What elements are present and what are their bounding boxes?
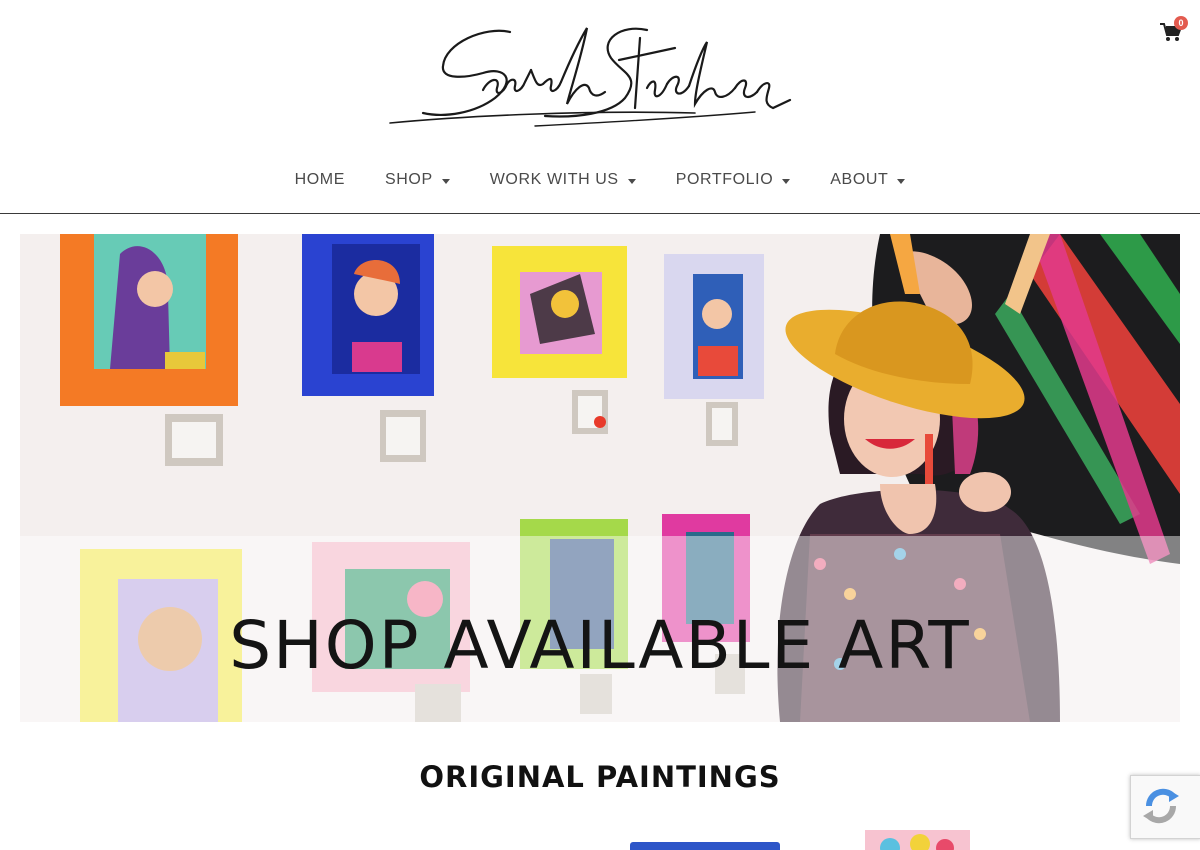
sarah-stieber-signature-logo[interactable]	[385, 18, 795, 133]
caret-down-icon	[897, 178, 906, 184]
main-navigation: HOME SHOP WORK WITH US PORTFOLIO ABOUT	[0, 168, 1200, 192]
nav-item-label: SHOP	[384, 171, 433, 188]
nav-item-portfolio[interactable]: PORTFOLIO	[676, 168, 791, 192]
recaptcha-icon	[1143, 788, 1179, 824]
nav-item-shop[interactable]: SHOP	[385, 168, 450, 192]
nav-item-work-with-us[interactable]: WORK WITH US	[490, 168, 636, 192]
page: 0 HOME SHOP WORK WITH US PORTFOLIO ABOUT	[0, 0, 1200, 850]
nav-item-label: PORTFOLIO	[675, 171, 774, 188]
product-thumbnail[interactable]	[865, 830, 970, 850]
nav-item-home[interactable]: HOME	[295, 168, 345, 192]
product-thumbnail[interactable]	[630, 842, 780, 850]
nav-item-about[interactable]: ABOUT	[830, 168, 906, 192]
nav-item-label: HOME	[294, 171, 345, 188]
nav-item-label: ABOUT	[830, 171, 889, 188]
shopping-cart-button[interactable]: 0	[1160, 16, 1188, 48]
site-header: 0 HOME SHOP WORK WITH US PORTFOLIO ABOUT	[0, 0, 1200, 214]
caret-down-icon	[441, 178, 450, 184]
nav-item-label: WORK WITH US	[489, 171, 619, 188]
cart-count-badge: 0	[1174, 16, 1188, 30]
recaptcha-badge[interactable]	[1130, 775, 1200, 839]
shop-available-art-banner[interactable]: SHOP AVAILABLE ART	[20, 234, 1180, 722]
section-heading: ORIGINAL PAINTINGS	[419, 760, 781, 794]
caret-down-icon	[782, 178, 791, 184]
caret-down-icon	[627, 178, 636, 184]
banner-title: SHOP AVAILABLE ART	[229, 607, 971, 684]
